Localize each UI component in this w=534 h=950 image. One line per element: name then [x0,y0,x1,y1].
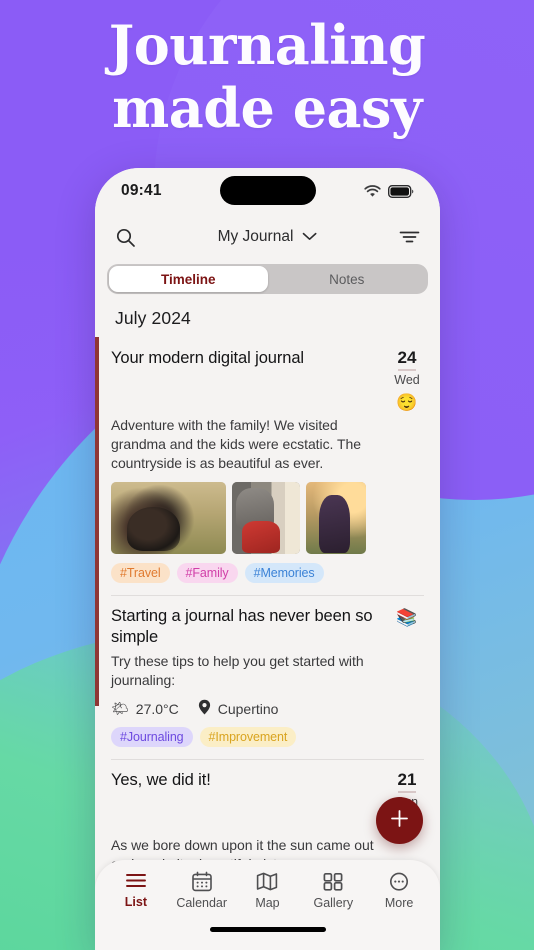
entry-title: Your modern digital journal [111,349,304,367]
tab-calendar[interactable]: Calendar [171,871,233,910]
entry-title: Yes, we did it! [111,771,211,790]
hero-headline: Journaling made easy [0,14,534,139]
entry-body: Try these tips to help you get started w… [111,653,364,689]
tab-notes[interactable]: Notes [268,266,427,292]
entry-photo-strip [111,482,426,555]
home-indicator [209,927,326,932]
hero-headline-line1: Journaling [108,13,426,77]
entry-feed: Your modern digital journal 24 Wed 😌 Adv… [95,337,440,950]
tag-improvement[interactable]: #Improvement [199,727,297,748]
search-icon[interactable] [115,227,136,248]
kids-sunset-photo[interactable] [306,482,366,555]
location-pin-icon [198,699,211,718]
family-field-photo[interactable] [111,482,226,555]
promo-screenshot: Journaling made easy 09:41 My Journal Ti… [0,0,534,950]
hero-headline-line2: made easy [112,75,422,140]
status-bar: 09:41 [95,168,440,214]
entry-day-number: 24 [397,348,417,371]
battery-icon [388,184,414,198]
filter-icon[interactable] [399,229,420,245]
journal-selector[interactable]: My Journal [218,228,318,246]
bottom-tab-bar: List Calendar Map Gallery More [95,860,440,950]
tab-more[interactable]: More [368,871,430,910]
tab-map-label: Map [255,896,280,910]
tab-gallery-label: Gallery [313,896,354,910]
tab-list-label: List [124,895,147,909]
entry-day-number: 21 [397,771,417,794]
wifi-icon [364,184,381,198]
segmented-control: Timeline Notes [107,264,428,294]
plus-icon [389,808,410,834]
weather-icon: 🌤 [111,700,129,717]
nav-bar: My Journal [95,214,440,260]
chevron-down-icon [302,228,317,246]
tab-map[interactable]: Map [236,871,298,910]
tab-gallery[interactable]: Gallery [302,871,364,910]
journal-entry[interactable]: Starting a journal has never been so sim… [95,595,440,759]
tab-list[interactable]: List [105,871,167,909]
nav-title-label: My Journal [217,228,294,245]
segmented-control-wrap: Timeline Notes [95,260,440,304]
tab-more-label: More [384,896,414,910]
entry-day-name: Wed [394,372,420,387]
add-entry-button[interactable] [376,797,423,844]
entry-mood-emoji: 😌 [396,392,418,412]
tag-family[interactable]: #Family [176,563,238,584]
journal-entry[interactable]: Your modern digital journal 24 Wed 😌 Adv… [95,337,440,595]
month-header: July 2024 [95,304,440,337]
temperature-label: 27.0°C [135,700,179,717]
location-label: Cupertino [217,700,279,717]
year-label: 2024 [151,308,191,328]
tab-calendar-label: Calendar [176,896,228,910]
entry-mood-emoji: 📚 [396,608,418,628]
tag-memories[interactable]: #Memories [244,563,324,584]
tab-timeline[interactable]: Timeline [109,266,268,292]
entry-tags: #Travel #Family #Memories [111,563,426,584]
tag-travel[interactable]: #Travel [111,563,170,584]
entry-body: Adventure with the family! We visited gr… [111,416,361,472]
entry-title: Starting a journal has never been so sim… [111,607,373,646]
status-time: 09:41 [121,182,162,199]
entry-date: 24 Wed 😌 [388,348,426,412]
tag-journaling[interactable]: #Journaling [111,727,193,748]
entry-tags: #Journaling #Improvement [111,727,426,748]
month-label: July [115,308,147,328]
phone-mockup: 09:41 My Journal Timeline Notes July 202… [95,168,440,950]
dynamic-island [219,176,316,205]
entry-meta: 🌤 27.0°C Cupertino [111,699,426,718]
grandma-kitchen-photo[interactable] [232,482,300,555]
